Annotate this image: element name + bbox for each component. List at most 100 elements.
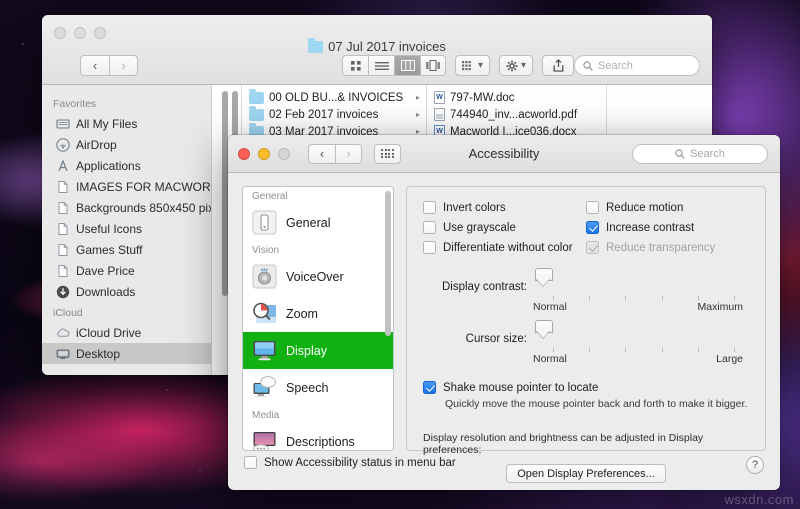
arrange-button[interactable]: ▾ [455, 55, 490, 76]
category-item-voiceover[interactable]: VoiceOver [243, 258, 393, 295]
category-list-scrollbar[interactable] [385, 191, 391, 336]
sidebar-item-desktop[interactable]: Desktop [42, 343, 211, 364]
sidebar-item-images-for-macworld[interactable]: IMAGES FOR MACWORLD ONL [42, 176, 211, 197]
sidebar-label: Backgrounds 850x450 pixels [76, 201, 211, 215]
finder-search-field[interactable]: Search [574, 55, 700, 76]
sidebar-item-backgrounds[interactable]: Backgrounds 850x450 pixels [42, 197, 211, 218]
category-item-zoom[interactable]: Zoom [243, 295, 393, 332]
help-button[interactable]: ? [746, 456, 764, 474]
category-label: General [286, 216, 330, 230]
checkbox-use-grayscale[interactable]: Use grayscale [423, 221, 586, 234]
finder-traffic-lights[interactable] [42, 15, 712, 39]
checkbox-invert-colors[interactable]: Invert colors [423, 201, 586, 214]
sidebar-item-airdrop[interactable]: AirDrop [42, 134, 211, 155]
sidebar-item-applications[interactable]: Applications [42, 155, 211, 176]
minimize-button[interactable] [74, 27, 86, 39]
list-item[interactable]: 744940_inv...acworld.pdf [427, 106, 606, 123]
sidebar-item-icloud-drive[interactable]: iCloud Drive [42, 322, 211, 343]
sidebar-label: IMAGES FOR MACWORLD ONL [76, 180, 211, 194]
accessibility-preferences-window[interactable]: ‹ › Accessibility Search General General… [228, 135, 780, 490]
search-icon [675, 149, 685, 159]
checkbox-box[interactable] [423, 241, 436, 254]
category-label: Speech [286, 381, 328, 395]
display-icon [252, 338, 277, 363]
cursor-size-slider-row: Cursor size: [423, 325, 749, 352]
sidebar-label: Games Stuff [76, 243, 142, 257]
slider-thumb[interactable] [535, 320, 551, 339]
slider-thumb[interactable] [535, 268, 551, 287]
slider-ticks [553, 296, 735, 300]
checkbox-reduce-motion[interactable]: Reduce motion [586, 201, 749, 214]
speech-icon [252, 375, 277, 400]
checkbox-differentiate-without-color[interactable]: Differentiate without color [423, 241, 586, 254]
accessibility-body: General General Vision VoiceOver Zoom [228, 173, 780, 451]
checkbox-increase-contrast[interactable]: Increase contrast [586, 221, 749, 234]
action-button[interactable]: ▾ [499, 55, 533, 76]
view-mode-segmented-control[interactable] [342, 55, 446, 76]
checkbox-column-right: Reduce motion Increase contrast Reduce t… [586, 201, 749, 261]
finder-search-placeholder: Search [598, 60, 633, 72]
sidebar-item-useful-icons[interactable]: Useful Icons [42, 218, 211, 239]
display-contrast-slider[interactable] [535, 273, 749, 300]
finder-titlebar: ‹ › 07 Jul 2017 invoices [42, 15, 712, 85]
sidebar-item-games-stuff[interactable]: Games Stuff [42, 239, 211, 260]
checkbox-label: Show Accessibility status in menu bar [264, 457, 456, 469]
checkbox-box[interactable] [423, 201, 436, 214]
slider-label: Cursor size: [423, 333, 527, 345]
share-button[interactable] [542, 55, 574, 76]
checkbox-label: Invert colors [443, 202, 506, 214]
checkbox-label: Differentiate without color [443, 242, 573, 254]
desktop-icon [56, 347, 70, 361]
list-item[interactable]: 00 OLD BU...& INVOICES ▸ [242, 89, 426, 106]
sidebar-label: Applications [76, 159, 141, 173]
finder-nav-buttons[interactable]: ‹ › [80, 55, 138, 76]
checkbox-shake-mouse-pointer[interactable]: Shake mouse pointer to locate [423, 381, 749, 394]
category-label: VoiceOver [286, 270, 344, 284]
close-button[interactable] [54, 27, 66, 39]
sidebar-group-favorites: Favorites [42, 93, 211, 113]
category-item-display[interactable]: Display [243, 332, 393, 369]
checkbox-column-left: Invert colors Use grayscale Differentiat… [423, 201, 586, 261]
checkbox-show-status-in-menu-bar[interactable]: Show Accessibility status in menu bar [244, 456, 456, 469]
sidebar-item-dave-price[interactable]: Dave Price [42, 260, 211, 281]
folder-doc-icon [56, 180, 70, 194]
item-label: 02 Feb 2017 invoices [269, 109, 378, 121]
checkbox-label: Reduce motion [606, 202, 683, 214]
checkbox-box[interactable] [423, 221, 436, 234]
column-view-button[interactable] [394, 55, 420, 76]
list-item[interactable]: 797-MW.doc [427, 89, 606, 106]
coverflow-view-button[interactable] [420, 55, 446, 76]
finder-window-title: 07 Jul 2017 invoices [42, 39, 712, 54]
preferences-search-field[interactable]: Search [632, 144, 768, 164]
checkbox-box [586, 241, 599, 254]
all-my-files-icon [56, 117, 70, 131]
icloud-icon [56, 326, 70, 340]
back-button[interactable]: ‹ [80, 55, 109, 76]
zoom-button[interactable] [94, 27, 106, 39]
checkbox-label: Use grayscale [443, 222, 516, 234]
category-item-general[interactable]: General [243, 204, 393, 241]
icon-view-button[interactable] [342, 55, 368, 76]
sidebar-label: Desktop [76, 347, 120, 361]
list-view-button[interactable] [368, 55, 394, 76]
finder-sidebar[interactable]: Favorites All My Files AirDrop Applicati… [42, 85, 212, 375]
accessibility-category-list[interactable]: General General Vision VoiceOver Zoom [242, 186, 394, 451]
image-watermark: wsxdn.com [724, 492, 794, 507]
folder-doc-icon [56, 222, 70, 236]
category-item-speech[interactable]: Speech [243, 369, 393, 406]
sidebar-item-downloads[interactable]: Downloads [42, 281, 211, 302]
checkbox-label: Reduce transparency [606, 242, 715, 254]
checkbox-box[interactable] [586, 221, 599, 234]
checkbox-box[interactable] [586, 201, 599, 214]
sidebar-group-icloud: iCloud [42, 302, 211, 322]
checkbox-box[interactable] [244, 456, 257, 469]
cursor-size-slider[interactable] [535, 325, 749, 352]
search-icon [583, 61, 593, 71]
slider-ticks [553, 348, 735, 352]
list-item[interactable]: 02 Feb 2017 invoices ▸ [242, 106, 426, 123]
sidebar-item-all-my-files[interactable]: All My Files [42, 113, 211, 134]
sidebar-label: Downloads [76, 285, 135, 299]
checkbox-box[interactable] [423, 381, 436, 394]
preferences-search-placeholder: Search [690, 148, 725, 160]
forward-button[interactable]: › [109, 55, 138, 76]
